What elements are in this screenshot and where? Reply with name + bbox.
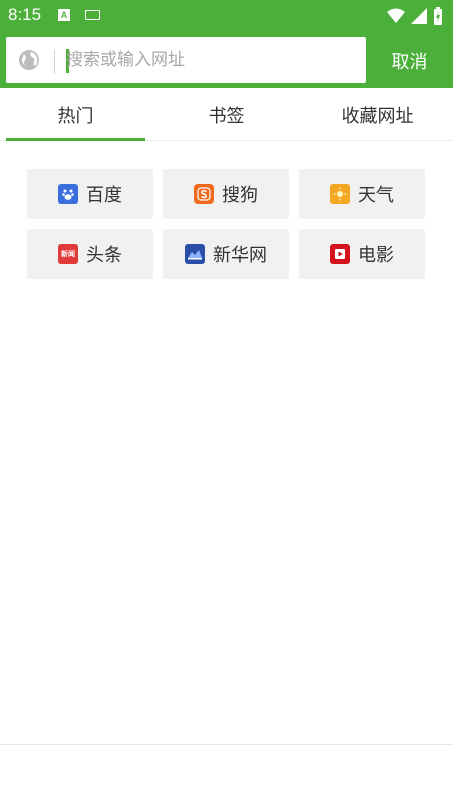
bottom-divider: [0, 744, 453, 745]
baidu-paw-icon: [58, 184, 78, 204]
globe-icon: [19, 50, 39, 70]
search-input[interactable]: [66, 37, 356, 83]
signal-icon: [411, 8, 427, 24]
shortcut-sogou[interactable]: 搜狗: [163, 169, 289, 219]
tab-bookmarks[interactable]: 书签: [157, 88, 296, 141]
movie-play-icon: [330, 244, 350, 264]
news-icon: 新闻: [58, 244, 78, 264]
tab-bar: 热门 书签 收藏网址: [0, 88, 453, 141]
shortcut-xinhua[interactable]: 新华网: [163, 229, 289, 279]
status-icons: [387, 7, 443, 25]
wifi-icon: [387, 8, 405, 23]
cancel-button[interactable]: 取消: [366, 34, 453, 88]
battery-charging-icon: [434, 7, 442, 25]
status-bar: 8:15 A: [0, 0, 453, 34]
status-time: 8:15: [8, 5, 42, 24]
sogou-s-icon: [194, 184, 214, 204]
tab-hot[interactable]: 热门: [6, 88, 145, 141]
shortcut-label: 搜狗: [222, 185, 258, 206]
shortcut-label: 新华网: [213, 245, 267, 266]
keyboard-icon: [85, 10, 100, 20]
shortcut-weather[interactable]: 天气: [299, 169, 425, 219]
search-bar: 取消: [0, 34, 453, 88]
shortcut-label: 百度: [86, 185, 122, 206]
shortcut-label: 电影: [358, 245, 394, 266]
tab-favorites[interactable]: 收藏网址: [308, 88, 447, 141]
app-notification-icon: A: [58, 9, 70, 21]
shortcut-baidu[interactable]: 百度: [27, 169, 153, 219]
xinhua-icon: [185, 244, 205, 264]
search-box[interactable]: [6, 37, 366, 83]
weather-sun-icon: [330, 184, 350, 204]
search-divider: [54, 50, 55, 74]
shortcut-toutiao[interactable]: 新闻 头条: [27, 229, 153, 279]
shortcut-movie[interactable]: 电影: [299, 229, 425, 279]
shortcut-label: 天气: [358, 185, 394, 206]
shortcut-label: 头条: [86, 245, 122, 266]
